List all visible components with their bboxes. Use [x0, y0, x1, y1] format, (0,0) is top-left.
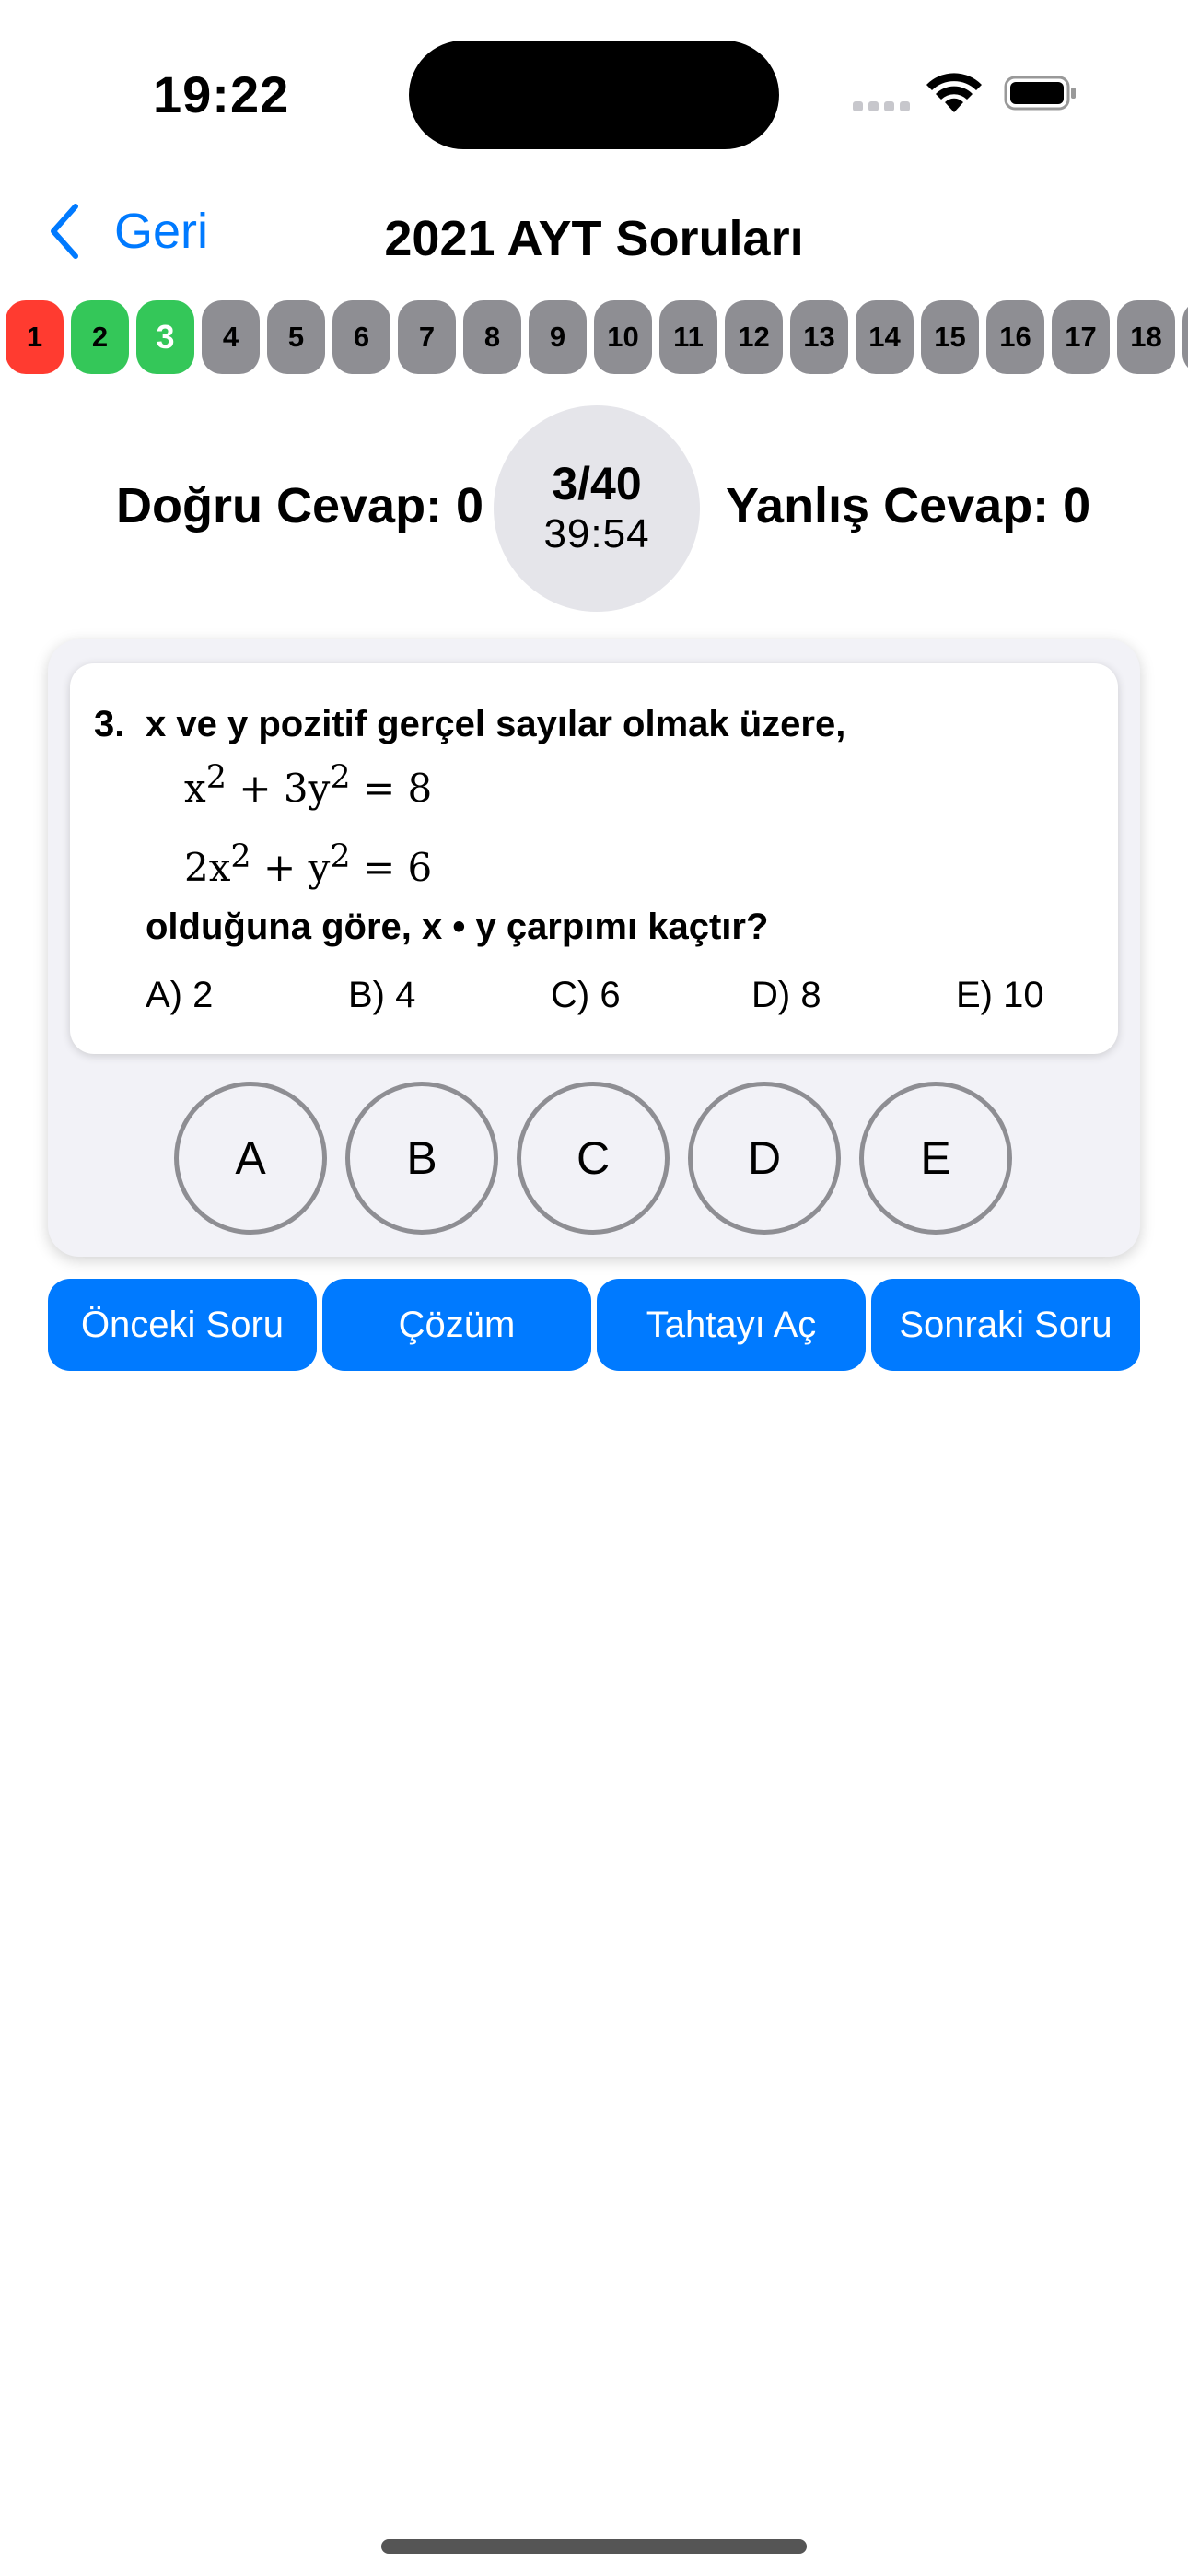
- question-chip[interactable]: 9: [529, 300, 587, 374]
- score-row: Doğru Cevap: 0 3/40 39:54 Yanlış Cevap: …: [0, 405, 1188, 612]
- question-chip[interactable]: 14: [856, 300, 914, 374]
- question-option-b: B) 4: [348, 975, 416, 1015]
- previous-question-button[interactable]: Önceki Soru: [48, 1279, 317, 1371]
- question-number: 3.: [94, 704, 125, 744]
- question-chip[interactable]: 3: [136, 300, 194, 374]
- question-progress: 3/40: [552, 458, 642, 509]
- answer-button-b[interactable]: B: [345, 1082, 498, 1235]
- answer-button-e[interactable]: E: [859, 1082, 1012, 1235]
- open-board-button[interactable]: Tahtayı Aç: [597, 1279, 866, 1371]
- question-chip[interactable]: 13: [790, 300, 848, 374]
- solution-button[interactable]: Çözüm: [322, 1279, 591, 1371]
- wrong-count: Yanlış Cevap: 0: [726, 478, 1091, 533]
- question-number-strip: 1 2 3 4 5 6 7 8 9 10 11 12 13 14 15 16 17 18: [6, 300, 1188, 374]
- question-card: 3. x ve y pozitif gerçel sayılar olmak ü…: [48, 639, 1140, 1257]
- question-chip[interactable]: 4: [202, 300, 260, 374]
- question-chip[interactable]: 16: [986, 300, 1044, 374]
- back-label: Geri: [114, 204, 209, 259]
- answer-choices: A B C D E: [48, 1082, 1140, 1235]
- countdown-timer: 39:54: [543, 511, 650, 556]
- status-time: 19:22: [153, 65, 290, 123]
- navigation-bar: Geri 2021 AYT Soruları: [0, 184, 1188, 286]
- question-option-d: D) 8: [751, 975, 821, 1015]
- question-chip[interactable]: 2: [71, 300, 129, 374]
- wifi-icon: [926, 73, 982, 112]
- correct-count: Doğru Cevap: 0: [116, 478, 484, 533]
- question-chip[interactable]: 18: [1117, 300, 1175, 374]
- question-chip[interactable]: 15: [921, 300, 979, 374]
- answer-button-a[interactable]: A: [174, 1082, 327, 1235]
- question-chip[interactable]: [1182, 300, 1188, 374]
- question-chip[interactable]: 5: [267, 300, 325, 374]
- answer-button-c[interactable]: C: [517, 1082, 670, 1235]
- question-chip[interactable]: 8: [463, 300, 521, 374]
- question-image: 3. x ve y pozitif gerçel sayılar olmak ü…: [70, 663, 1118, 1054]
- question-chip[interactable]: 10: [594, 300, 652, 374]
- question-stem: x ve y pozitif gerçel sayılar olmak üzer…: [146, 704, 846, 744]
- question-option-e: E) 10: [956, 975, 1044, 1015]
- question-prompt: olduğuna göre, x • y çarpımı kaçtır?: [146, 907, 769, 947]
- dynamic-island: [409, 41, 779, 149]
- question-chip[interactable]: 1: [6, 300, 64, 374]
- next-question-button[interactable]: Sonraki Soru: [871, 1279, 1140, 1371]
- question-chip[interactable]: 17: [1052, 300, 1110, 374]
- back-button[interactable]: Geri: [46, 203, 208, 260]
- question-option-a: A) 2: [146, 975, 214, 1015]
- answer-button-d[interactable]: D: [688, 1082, 841, 1235]
- question-option-c: C) 6: [551, 975, 621, 1015]
- question-chip[interactable]: 12: [725, 300, 783, 374]
- question-chip[interactable]: 6: [332, 300, 390, 374]
- question-chip[interactable]: 11: [659, 300, 717, 374]
- action-bar: Önceki Soru Çözüm Tahtayı Aç Sonraki Sor…: [48, 1279, 1140, 1371]
- status-bar: 19:22: [0, 0, 1188, 184]
- question-chip[interactable]: 7: [398, 300, 456, 374]
- home-indicator: [381, 2539, 807, 2554]
- equation-1: x2 + 3y2 = 8: [184, 759, 433, 811]
- battery-icon: [1004, 76, 1076, 111]
- equation-2: 2x2 + y2 = 6: [184, 838, 433, 890]
- cellular-signal-icon: [853, 101, 910, 111]
- progress-timer-badge: 3/40 39:54: [494, 405, 700, 612]
- chevron-left-icon: [51, 204, 78, 259]
